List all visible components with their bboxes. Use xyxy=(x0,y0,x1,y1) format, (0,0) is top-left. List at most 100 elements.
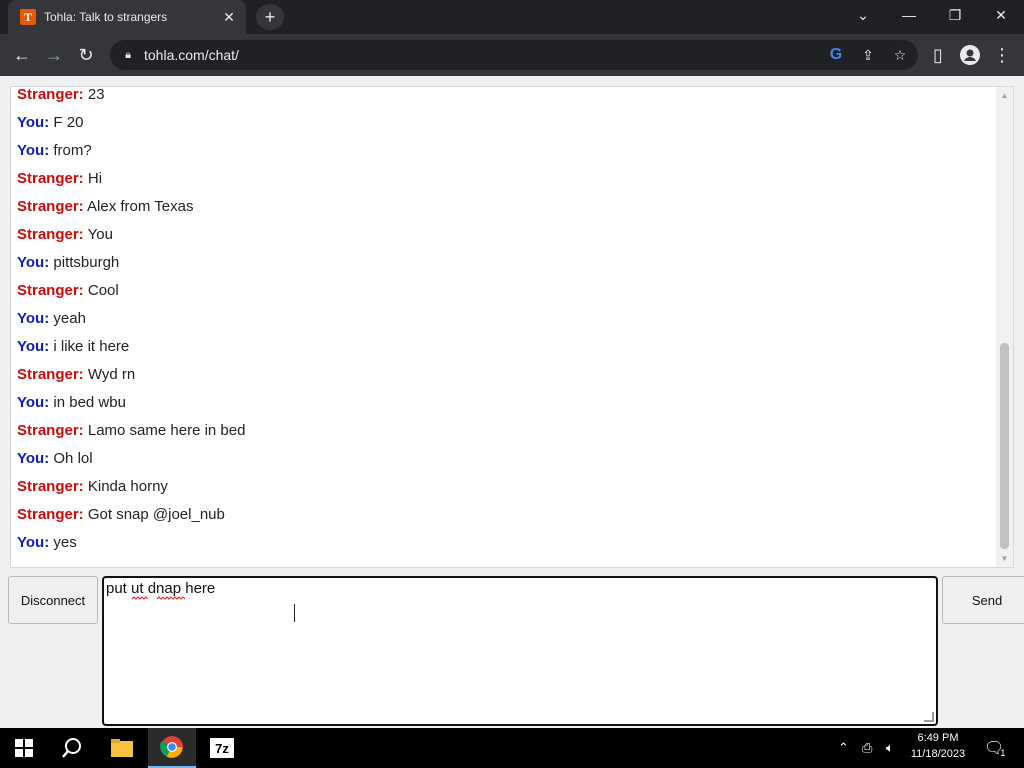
message-text: Oh lol xyxy=(53,450,93,467)
share-icon[interactable]: ⇪ xyxy=(854,41,882,69)
chat-message: Stranger: Got snap @joel_nub xyxy=(17,501,997,529)
google-lens-icon[interactable]: G xyxy=(822,41,850,69)
url-text[interactable]: tohla.com/chat/ xyxy=(144,47,822,63)
start-windows-icon[interactable] xyxy=(0,728,48,768)
chat-message: Stranger: Wyd rn xyxy=(17,361,997,389)
sender-you-label: You: xyxy=(17,450,50,467)
system-clock[interactable]: 6:49 PM 11/18/2023 xyxy=(904,730,972,762)
browser-tab[interactable]: T Tohla: Talk to strangers ✕ xyxy=(8,0,246,34)
back-button[interactable]: ← xyxy=(8,41,36,69)
chat-scrollbar[interactable]: ▲ ▼ xyxy=(996,87,1013,567)
chat-log[interactable]: Stranger: 23 You: F 20 You: from? Stranger:… xyxy=(10,86,1014,568)
disconnect-button[interactable]: Disconnect xyxy=(8,576,98,624)
search-icon[interactable] xyxy=(48,728,96,768)
message-text: Alex from Texas xyxy=(87,198,194,215)
tab-title: Tohla: Talk to strangers xyxy=(44,10,168,24)
sender-stranger-label: Stranger: xyxy=(17,506,84,523)
chat-message: Stranger: Kinda horny xyxy=(17,473,997,501)
7zip-icon[interactable]: 7z xyxy=(198,728,246,768)
text-cursor-icon xyxy=(294,604,296,622)
clock-date: 11/18/2023 xyxy=(910,748,966,760)
chat-message: Stranger: 23 xyxy=(17,86,997,109)
sender-stranger-label: Stranger: xyxy=(17,226,84,243)
message-text: Cool xyxy=(87,282,119,299)
scroll-thumb[interactable] xyxy=(1000,343,1009,549)
side-panel-icon[interactable]: ▯ xyxy=(924,41,952,69)
chat-message: Stranger: Hi xyxy=(17,165,997,193)
new-tab-button[interactable]: + xyxy=(256,4,284,30)
chat-message: You: i like it here xyxy=(17,333,997,361)
network-icon[interactable]: ⎙ xyxy=(862,728,872,768)
sender-you-label: You: xyxy=(17,142,50,159)
chat-message: Stranger: Lamo same here in bed xyxy=(17,417,997,445)
chat-message: You: Oh lol xyxy=(17,445,997,473)
browser-toolbar: ← → ↻ 🔒︎ tohla.com/chat/ G ⇪ ☆ ▯ ⋮ xyxy=(0,34,1024,76)
windows-taskbar: 7z ⌃ ⎙ 🔈︎ 6:49 PM 11/18/2023 🗨︎ 1 xyxy=(0,728,1024,768)
browser-titlebar: T Tohla: Talk to strangers ✕ + ⌄ — ❐ ✕ xyxy=(0,0,1024,34)
minimize-button[interactable]: — xyxy=(886,0,932,30)
message-text: yes xyxy=(53,534,77,551)
chrome-icon[interactable] xyxy=(148,728,196,768)
sender-you-label: You: xyxy=(17,338,50,355)
sender-you-label: You: xyxy=(17,394,50,411)
chat-message: You: pittsburgh xyxy=(17,249,997,277)
file-explorer-icon[interactable] xyxy=(98,728,146,768)
message-text: You xyxy=(87,226,113,243)
tab-close-icon[interactable]: ✕ xyxy=(220,8,238,26)
message-text: Wyd rn xyxy=(87,366,136,383)
message-text: Kinda horny xyxy=(87,478,168,495)
sender-stranger-label: Stranger: xyxy=(17,282,84,299)
send-button[interactable]: Send xyxy=(942,576,1024,624)
volume-muted-icon[interactable]: 🔈︎ xyxy=(886,728,894,768)
chat-message: You: yeah xyxy=(17,305,997,333)
restore-button[interactable]: ❐ xyxy=(932,0,978,30)
chat-message: You: yes xyxy=(17,529,997,557)
chat-message: You: in bed wbu xyxy=(17,389,997,417)
message-text: Got snap @joel_nub xyxy=(87,506,225,523)
close-window-button[interactable]: ✕ xyxy=(978,0,1024,30)
message-text: pittsburgh xyxy=(53,254,120,271)
chat-message: Stranger: Alex from Texas xyxy=(17,193,997,221)
reload-button[interactable]: ↻ xyxy=(72,41,100,69)
message-list: Stranger: 23 You: F 20 You: from? Stranger:… xyxy=(17,86,997,557)
message-text: from? xyxy=(53,142,92,159)
sender-stranger-label: Stranger: xyxy=(17,366,84,383)
sender-stranger-label: Stranger: xyxy=(17,478,84,495)
message-text: in bed wbu xyxy=(53,394,126,411)
sender-you-label: You: xyxy=(17,534,50,551)
scroll-up-arrow-icon[interactable]: ▲ xyxy=(996,87,1013,104)
tab-search-icon[interactable]: ⌄ xyxy=(840,0,886,30)
forward-button[interactable]: → xyxy=(40,41,68,69)
sender-you-label: You: xyxy=(17,254,50,271)
notification-count: 1 xyxy=(1000,748,1006,758)
chat-message: You: F 20 xyxy=(17,109,997,137)
lock-icon[interactable]: 🔒︎ xyxy=(122,48,134,62)
resize-handle[interactable] xyxy=(924,712,934,722)
message-text: i like it here xyxy=(53,338,130,355)
show-hidden-icons-icon[interactable]: ⌃ xyxy=(838,728,849,768)
message-text: Hi xyxy=(87,170,103,187)
chat-message: Stranger: You xyxy=(17,221,997,249)
bookmark-star-icon[interactable]: ☆ xyxy=(886,41,914,69)
sender-stranger-label: Stranger: xyxy=(17,170,84,187)
sender-you-label: You: xyxy=(17,310,50,327)
message-text: Lamo same here in bed xyxy=(87,422,246,439)
message-text: F 20 xyxy=(53,114,84,131)
clock-time: 6:49 PM xyxy=(917,732,959,744)
profile-avatar-icon[interactable] xyxy=(956,41,984,69)
message-input[interactable]: put ut dnap here xyxy=(102,576,938,726)
favicon-icon: T xyxy=(20,9,36,25)
message-text: 23 xyxy=(87,86,105,103)
sender-stranger-label: Stranger: xyxy=(17,198,84,215)
sender-stranger-label: Stranger: xyxy=(17,422,84,439)
chat-page: Stranger: 23 You: F 20 You: from? Stranger:… xyxy=(0,76,1024,728)
chat-message: Stranger: Cool xyxy=(17,277,997,305)
address-bar[interactable]: 🔒︎ tohla.com/chat/ G ⇪ ☆ xyxy=(110,40,918,70)
menu-icon[interactable]: ⋮ xyxy=(988,41,1016,69)
chat-message: You: from? xyxy=(17,137,997,165)
sender-you-label: You: xyxy=(17,114,50,131)
sender-stranger-label: Stranger: xyxy=(17,86,84,103)
notifications-icon[interactable]: 🗨︎ 1 xyxy=(984,728,1005,768)
scroll-down-arrow-icon[interactable]: ▼ xyxy=(996,550,1013,567)
message-input-value[interactable]: put ut dnap here xyxy=(106,580,215,597)
